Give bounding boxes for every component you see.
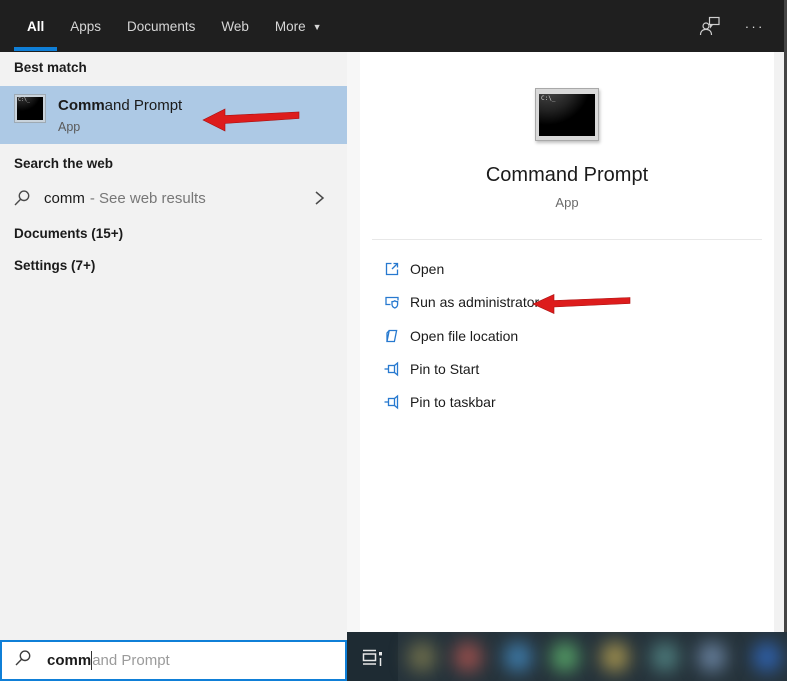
folder-location-icon — [384, 328, 400, 344]
tab-more[interactable]: More ▼ — [262, 0, 335, 52]
best-match-section-label: Best match — [14, 60, 87, 75]
tab-documents[interactable]: Documents — [114, 0, 208, 52]
app-title: Command Prompt — [485, 164, 649, 186]
web-search-suggestion[interactable]: comm - See web results — [0, 178, 347, 222]
taskbar — [347, 632, 787, 681]
tab-apps[interactable]: Apps — [57, 0, 114, 52]
action-file-location-label: Open file location — [410, 328, 519, 344]
taskbar-app-icon[interactable] — [698, 642, 726, 672]
results-panel: Best match Command Prompt App Search the… — [0, 52, 347, 641]
tab-all[interactable]: All — [14, 0, 58, 52]
preview-panel: Command Prompt App Open Run as administr… — [360, 52, 774, 632]
best-match-result-command-prompt[interactable]: Command Prompt App — [0, 86, 347, 144]
taskbar-search-input[interactable]: comm and Prompt — [0, 640, 347, 681]
taskbar-app-icon[interactable] — [753, 642, 781, 672]
panel-divider-strip — [347, 52, 360, 632]
taskbar-app-icon[interactable] — [601, 642, 629, 672]
best-match-title: Command Prompt — [58, 97, 183, 114]
action-open-file-location[interactable]: Open file location — [360, 325, 774, 349]
open-icon — [384, 261, 400, 277]
tab-web-label: Web — [221, 18, 249, 34]
tab-more-label: More — [274, 18, 306, 34]
right-margin-strip — [774, 52, 784, 632]
action-open-label: Open — [410, 261, 445, 277]
task-view-button[interactable] — [347, 632, 398, 681]
action-pin-to-taskbar[interactable]: Pin to taskbar — [360, 391, 774, 415]
action-open[interactable]: Open — [360, 258, 774, 282]
web-query-text: comm - See web results — [44, 190, 206, 207]
taskbar-app-icon[interactable] — [551, 642, 579, 672]
action-pin-to-start[interactable]: Pin to Start — [360, 358, 774, 382]
command-prompt-large-icon — [535, 88, 599, 141]
taskbar-app-icon[interactable] — [454, 642, 482, 672]
action-pin-start-label: Pin to Start — [410, 361, 480, 377]
search-web-section-label: Search the web — [14, 156, 114, 171]
search-input-text: comm and Prompt — [47, 651, 170, 670]
action-run-as-administrator[interactable]: Run as administrator — [360, 291, 774, 315]
actions-divider — [372, 239, 762, 240]
filter-tabs: All Apps Documents Web More ▼ — [0, 0, 335, 52]
tab-all-label: All — [27, 18, 45, 34]
documents-section-toggle[interactable]: Documents (15+) — [14, 226, 123, 241]
app-type-label: App — [555, 195, 579, 210]
feedback-icon[interactable] — [699, 16, 721, 36]
task-view-icon — [362, 649, 382, 666]
pin-icon — [384, 394, 400, 410]
taskbar-app-icon[interactable] — [504, 642, 532, 672]
chevron-right-icon[interactable] — [314, 189, 325, 212]
windows-search-flyout: All Apps Documents Web More ▼ ... Best ma… — [0, 0, 787, 681]
tab-apps-label: Apps — [70, 18, 102, 34]
pin-icon — [384, 361, 400, 377]
search-filter-header: All Apps Documents Web More ▼ ... — [0, 0, 787, 52]
header-actions: ... — [699, 0, 765, 52]
best-match-subtitle: App — [58, 120, 81, 134]
taskbar-app-icon[interactable] — [651, 642, 679, 672]
search-icon — [14, 649, 32, 672]
action-run-admin-label: Run as administrator — [410, 294, 540, 310]
shield-icon — [384, 294, 400, 310]
tab-web[interactable]: Web — [208, 0, 262, 52]
command-prompt-icon — [14, 94, 46, 123]
chevron-down-icon: ▼ — [312, 22, 322, 32]
search-icon — [13, 189, 31, 212]
settings-section-toggle[interactable]: Settings (7+) — [14, 258, 95, 273]
more-options-icon[interactable]: ... — [745, 16, 765, 37]
action-pin-taskbar-label: Pin to taskbar — [410, 394, 496, 410]
tab-documents-label: Documents — [127, 18, 196, 34]
taskbar-app-icon[interactable] — [408, 642, 436, 672]
